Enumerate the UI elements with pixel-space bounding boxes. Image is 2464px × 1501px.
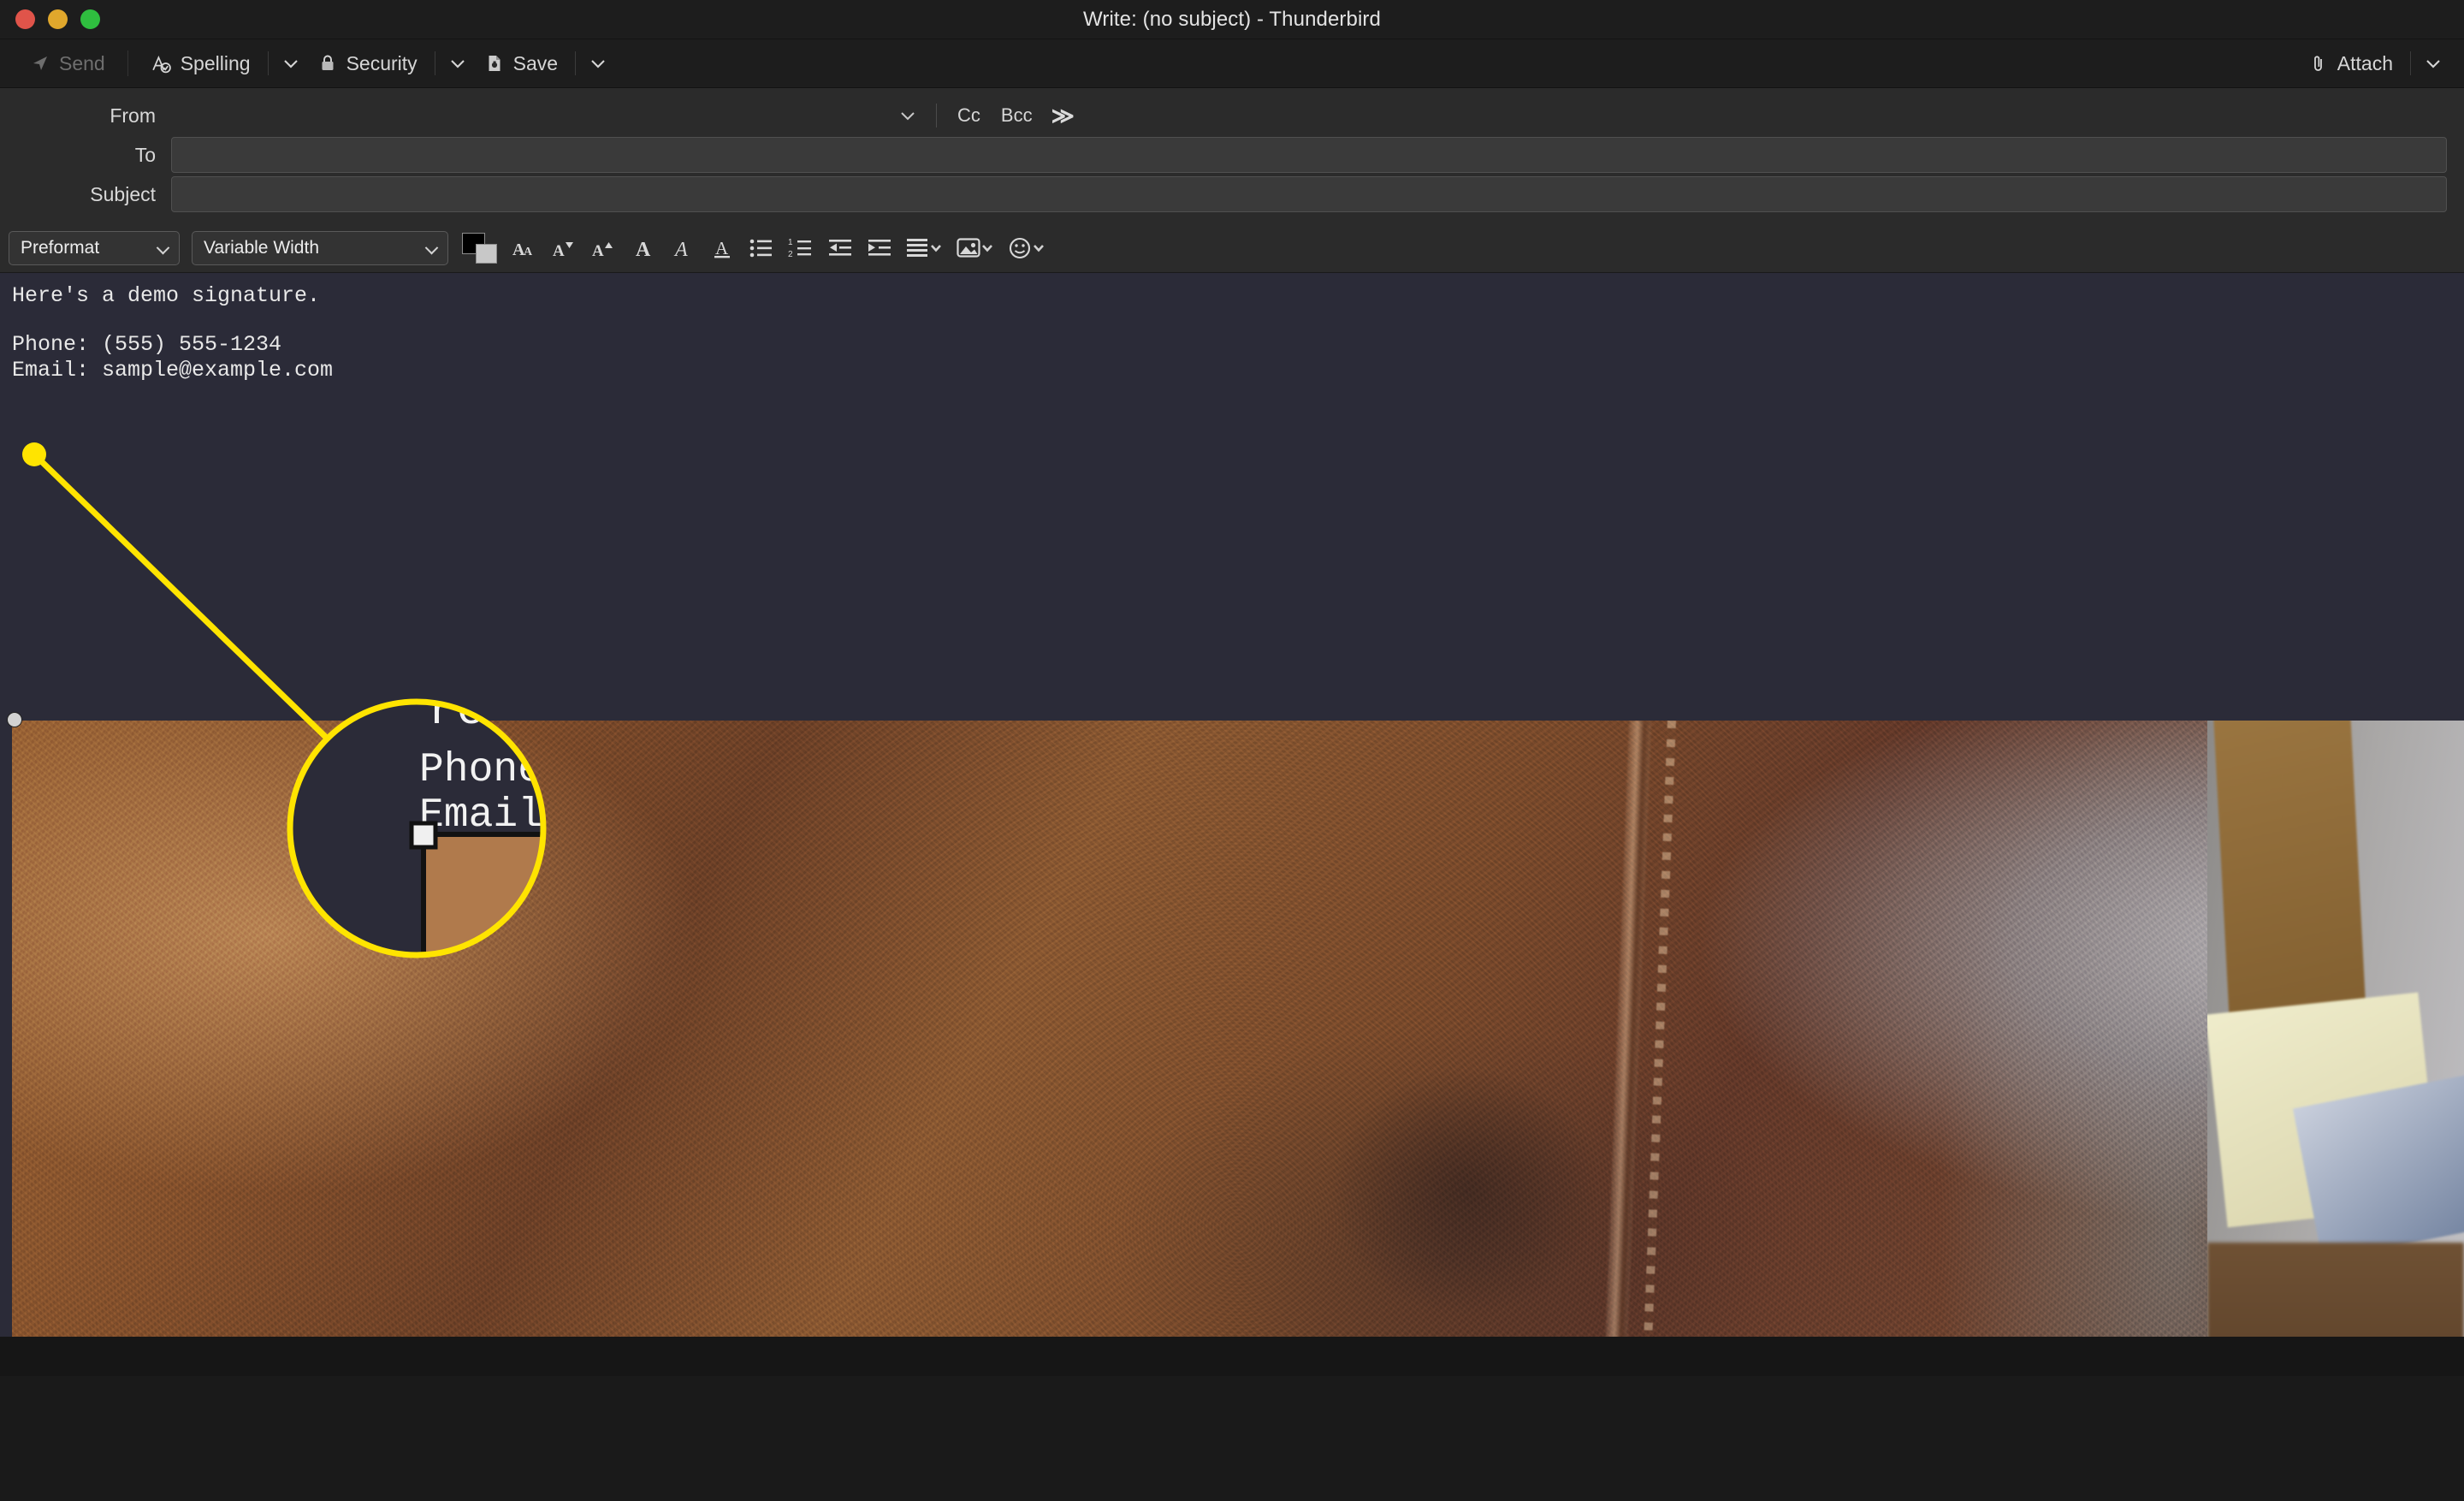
attach-separator — [2410, 51, 2411, 75]
to-label: To — [134, 143, 156, 166]
security-button[interactable]: Security — [306, 46, 428, 81]
svg-text:A: A — [673, 239, 688, 260]
attach-group: Attach — [2297, 46, 2449, 81]
spelling-separator — [267, 51, 269, 75]
body-line-2 — [0, 309, 2464, 332]
svg-text:A: A — [553, 242, 565, 260]
body-line-3: Phone: (555) 555-1234 — [12, 332, 282, 357]
bullet-list-icon[interactable] — [743, 229, 780, 267]
subject-field-area — [171, 176, 2447, 212]
body-line-4: Email: sample@example.com — [12, 358, 334, 383]
spelling-group: Spelling — [140, 46, 306, 81]
increase-font-size-icon[interactable]: A — [585, 229, 623, 267]
security-group: Security — [306, 46, 473, 81]
security-label: Security — [346, 51, 418, 74]
send-paper-plane-icon — [29, 52, 51, 74]
header-divider — [936, 104, 937, 128]
save-dropdown-icon[interactable] — [583, 53, 613, 74]
inserted-image[interactable] — [12, 721, 2464, 1337]
indent-icon[interactable] — [861, 229, 898, 267]
subject-label: Subject — [90, 182, 156, 205]
body-line-1: Here's a demo signature. — [12, 283, 321, 308]
spellcheck-icon — [151, 52, 173, 74]
spelling-dropdown-icon[interactable] — [275, 53, 306, 74]
svg-text:1: 1 — [788, 238, 793, 247]
save-group: Save — [473, 46, 613, 81]
font-size-icon[interactable]: A A — [506, 229, 544, 267]
security-dropdown-icon[interactable] — [442, 53, 473, 74]
minimize-button[interactable] — [48, 9, 68, 29]
subject-input[interactable] — [171, 176, 2447, 212]
save-label: Save — [512, 51, 559, 74]
decrease-font-size-icon[interactable]: A — [546, 229, 583, 267]
send-button[interactable]: Send — [19, 46, 116, 81]
maximize-button[interactable] — [80, 9, 100, 29]
compose-header-pane: From Cc Bcc ≫ To Subject — [0, 88, 2464, 223]
background-objects — [2207, 721, 2464, 1337]
attach-dropdown-icon[interactable] — [2418, 53, 2449, 74]
font-family-value: Variable Width — [204, 237, 320, 258]
main-toolbar: Send Spelling Security Save Attach — [0, 39, 2464, 88]
window-title: Write: (no subject) - Thunderbird — [1083, 7, 1381, 31]
to-input[interactable] — [171, 137, 2447, 173]
from-label: From — [110, 104, 156, 127]
from-identity-value[interactable] — [171, 103, 890, 128]
italic-icon[interactable]: A — [664, 229, 702, 267]
from-dropdown-icon[interactable] — [890, 103, 926, 129]
bold-icon[interactable]: A — [625, 229, 662, 267]
from-field-area: Cc Bcc ≫ — [171, 100, 2447, 131]
format-toolbar: Preformat Variable Width A A A A A A A 1… — [0, 223, 2464, 273]
underline-icon[interactable]: A — [703, 229, 741, 267]
toolbar-divider — [127, 50, 128, 76]
paperclip-icon — [2307, 52, 2330, 74]
save-separator — [575, 51, 577, 75]
cc-button[interactable]: Cc — [947, 100, 991, 131]
image-resize-handle-top-left[interactable] — [7, 712, 22, 727]
align-icon[interactable] — [900, 229, 950, 267]
svg-text:A: A — [524, 246, 533, 258]
window-controls[interactable] — [0, 9, 100, 29]
attach-label: Attach — [2337, 51, 2393, 74]
lock-icon — [317, 52, 339, 74]
leather-photo — [12, 721, 2464, 1337]
emoji-icon[interactable] — [1003, 229, 1052, 267]
numbered-list-icon[interactable]: 1 2 — [782, 229, 820, 267]
background-color-icon[interactable] — [476, 243, 497, 264]
spelling-button[interactable]: Spelling — [140, 46, 261, 81]
message-body-editor[interactable]: Here's a demo signature. Phone: (555) 55… — [0, 273, 2464, 1337]
insert-image-icon[interactable] — [951, 229, 1001, 267]
save-file-icon — [483, 52, 506, 74]
text-color-swatch[interactable] — [462, 231, 498, 265]
svg-text:A: A — [592, 242, 604, 260]
send-label: Send — [59, 51, 105, 74]
status-bar — [0, 1337, 2464, 1376]
background-floor — [2207, 1243, 2464, 1337]
title-bar: Write: (no subject) - Thunderbird — [0, 0, 2464, 39]
bcc-button[interactable]: Bcc — [991, 100, 1043, 131]
outdent-icon[interactable] — [821, 229, 859, 267]
svg-text:A: A — [715, 238, 729, 258]
paragraph-style-select[interactable]: Preformat — [9, 230, 180, 265]
spelling-label: Spelling — [180, 51, 251, 74]
attach-button[interactable]: Attach — [2297, 46, 2403, 81]
font-family-select[interactable]: Variable Width — [192, 230, 448, 265]
svg-text:A: A — [636, 239, 651, 260]
svg-text:2: 2 — [788, 250, 793, 259]
subject-row: Subject — [0, 175, 2464, 214]
paragraph-style-value: Preformat — [21, 237, 100, 258]
to-field-area — [171, 137, 2447, 173]
save-button[interactable]: Save — [473, 46, 568, 81]
from-row: From Cc Bcc ≫ — [0, 96, 2464, 135]
to-row: To — [0, 135, 2464, 175]
expand-recipients-icon[interactable]: ≫ — [1043, 101, 1083, 131]
close-button[interactable] — [15, 9, 35, 29]
